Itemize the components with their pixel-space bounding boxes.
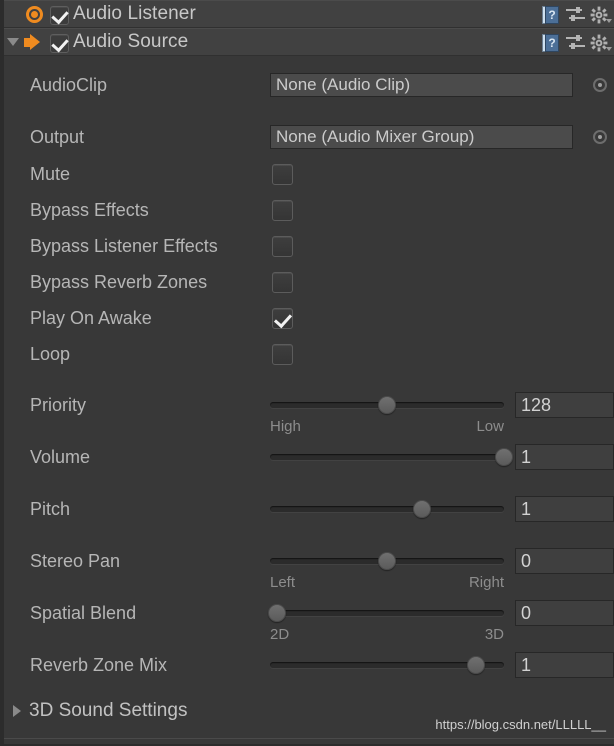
loop-checkbox[interactable] xyxy=(272,344,293,365)
stereo-pan-slider-thumb[interactable] xyxy=(378,552,396,570)
component-header-audio-listener[interactable]: Audio Listener ? xyxy=(4,0,614,28)
audio-listener-icon xyxy=(22,0,46,28)
volume-slider-track[interactable] xyxy=(270,454,504,460)
preset-icon[interactable] xyxy=(566,5,586,25)
watermark: https://blog.csdn.net/LLLLL__ xyxy=(435,717,606,732)
mute-checkbox[interactable] xyxy=(272,164,293,185)
spatial-blend-value-field[interactable]: 0 xyxy=(515,600,614,626)
pitch-slider-thumb[interactable] xyxy=(413,500,432,518)
gear-icon[interactable] xyxy=(590,5,612,25)
row-mute: Mute xyxy=(4,159,614,189)
row-stereo-pan: Stereo Pan Left Right 0 xyxy=(4,546,614,591)
bypass-effects-label: Bypass Effects xyxy=(30,199,149,220)
foldout-spacer-audio-listener xyxy=(4,0,22,28)
spatial-blend-right-end-label: 3D xyxy=(484,626,504,643)
audio-listener-title: Audio Listener xyxy=(73,3,196,24)
stereo-pan-slider-endlabels: Left Right xyxy=(270,574,504,591)
audio-source-title: Audio Source xyxy=(73,31,189,52)
priority-label: Priority xyxy=(30,394,87,415)
row-loop: Loop xyxy=(4,339,614,369)
reverb-zone-mix-label: Reverb Zone Mix xyxy=(30,654,168,675)
volume-label: Volume xyxy=(30,446,91,467)
audio-listener-header-tools: ? xyxy=(540,1,612,29)
help-icon[interactable]: ? xyxy=(540,4,562,26)
audio-source-speaker-icon xyxy=(22,28,46,56)
row-priority: Priority High Low 128 xyxy=(4,390,614,435)
row-reverb-zone-mix: Reverb Zone Mix 1 xyxy=(4,650,614,680)
audio-source-enabled-checkbox[interactable] xyxy=(50,34,69,53)
row-spatial-blend: Spatial Blend 2D 3D 0 xyxy=(4,598,614,643)
priority-left-end-label: High xyxy=(270,418,301,435)
bottom-divider xyxy=(4,738,614,739)
bypass-reverb-zones-label: Bypass Reverb Zones xyxy=(30,271,208,292)
stereo-pan-right-end-label: Right xyxy=(468,574,504,591)
foldout-3d-sound-settings-label: 3D Sound Settings xyxy=(29,700,188,721)
pitch-slider-track[interactable] xyxy=(270,506,504,512)
preset-icon[interactable] xyxy=(566,33,586,53)
stereo-pan-value-field[interactable]: 0 xyxy=(515,548,614,574)
priority-slider-endlabels: High Low xyxy=(270,418,504,435)
play-on-awake-label: Play On Awake xyxy=(30,307,152,328)
priority-right-end-label: Low xyxy=(476,418,504,435)
priority-value-field[interactable]: 128 xyxy=(515,392,614,418)
spatial-blend-slider-endlabels: 2D 3D xyxy=(270,626,504,643)
chevron-right-icon xyxy=(13,705,21,717)
help-icon[interactable]: ? xyxy=(540,32,562,54)
volume-slider-thumb[interactable] xyxy=(495,448,513,466)
reverb-zone-mix-slider-thumb[interactable] xyxy=(466,656,485,674)
chevron-down-icon xyxy=(7,38,19,46)
stereo-pan-left-end-label: Left xyxy=(270,574,296,591)
foldout-3d-sound-settings[interactable]: 3D Sound Settings xyxy=(4,696,187,726)
row-output: Output None (Audio Mixer Group) xyxy=(4,122,614,152)
spatial-blend-slider-thumb[interactable] xyxy=(268,604,287,622)
bypass-listener-effects-checkbox[interactable] xyxy=(272,236,293,257)
output-picker-icon[interactable] xyxy=(593,130,607,144)
volume-value-field[interactable]: 1 xyxy=(515,444,614,470)
priority-slider-thumb[interactable] xyxy=(378,396,396,414)
bypass-listener-effects-label: Bypass Listener Effects xyxy=(30,235,218,256)
stereo-pan-label: Stereo Pan xyxy=(30,550,121,571)
bypass-effects-checkbox[interactable] xyxy=(272,200,293,221)
audioclip-label: AudioClip xyxy=(30,74,108,95)
bypass-reverb-zones-checkbox[interactable] xyxy=(272,272,293,293)
audio-source-header-tools: ? xyxy=(540,29,612,57)
reverb-zone-mix-slider[interactable] xyxy=(270,654,504,674)
spatial-blend-left-end-label: 2D xyxy=(270,626,290,643)
mute-label: Mute xyxy=(30,163,71,184)
row-volume: Volume 1 xyxy=(4,442,614,472)
output-label: Output xyxy=(30,126,85,147)
component-header-audio-source[interactable]: Audio Source ? xyxy=(4,28,614,56)
row-bypass-reverb-zones: Bypass Reverb Zones xyxy=(4,267,614,297)
pitch-label: Pitch xyxy=(30,498,71,519)
spatial-blend-slider-track[interactable] xyxy=(270,610,504,616)
output-object-field[interactable]: None (Audio Mixer Group) xyxy=(270,125,573,149)
audioclip-picker-icon[interactable] xyxy=(593,78,607,92)
priority-slider[interactable] xyxy=(270,394,504,414)
row-play-on-awake: Play On Awake xyxy=(4,303,614,333)
row-bypass-effects: Bypass Effects xyxy=(4,195,614,225)
reverb-zone-mix-value-field[interactable]: 1 xyxy=(515,652,614,678)
row-bypass-listener-effects: Bypass Listener Effects xyxy=(4,231,614,261)
audio-listener-enabled-checkbox[interactable] xyxy=(50,6,69,25)
pitch-slider[interactable] xyxy=(270,498,504,518)
spatial-blend-slider[interactable] xyxy=(268,602,504,622)
gear-icon[interactable] xyxy=(590,33,612,53)
audioclip-object-field[interactable]: None (Audio Clip) xyxy=(270,73,573,97)
stereo-pan-slider[interactable] xyxy=(270,550,504,570)
pitch-value-field[interactable]: 1 xyxy=(515,496,614,522)
row-pitch: Pitch 1 xyxy=(4,494,614,524)
spatial-blend-label: Spatial Blend xyxy=(30,602,137,623)
volume-slider[interactable] xyxy=(270,446,513,466)
row-audioclip: AudioClip None (Audio Clip) xyxy=(4,70,614,100)
play-on-awake-checkbox[interactable] xyxy=(272,308,293,329)
inspector-panel: Audio Listener ? Audio Source ? AudioCli… xyxy=(0,0,614,746)
loop-label: Loop xyxy=(30,343,71,364)
foldout-toggle-audio-source[interactable] xyxy=(4,28,22,56)
